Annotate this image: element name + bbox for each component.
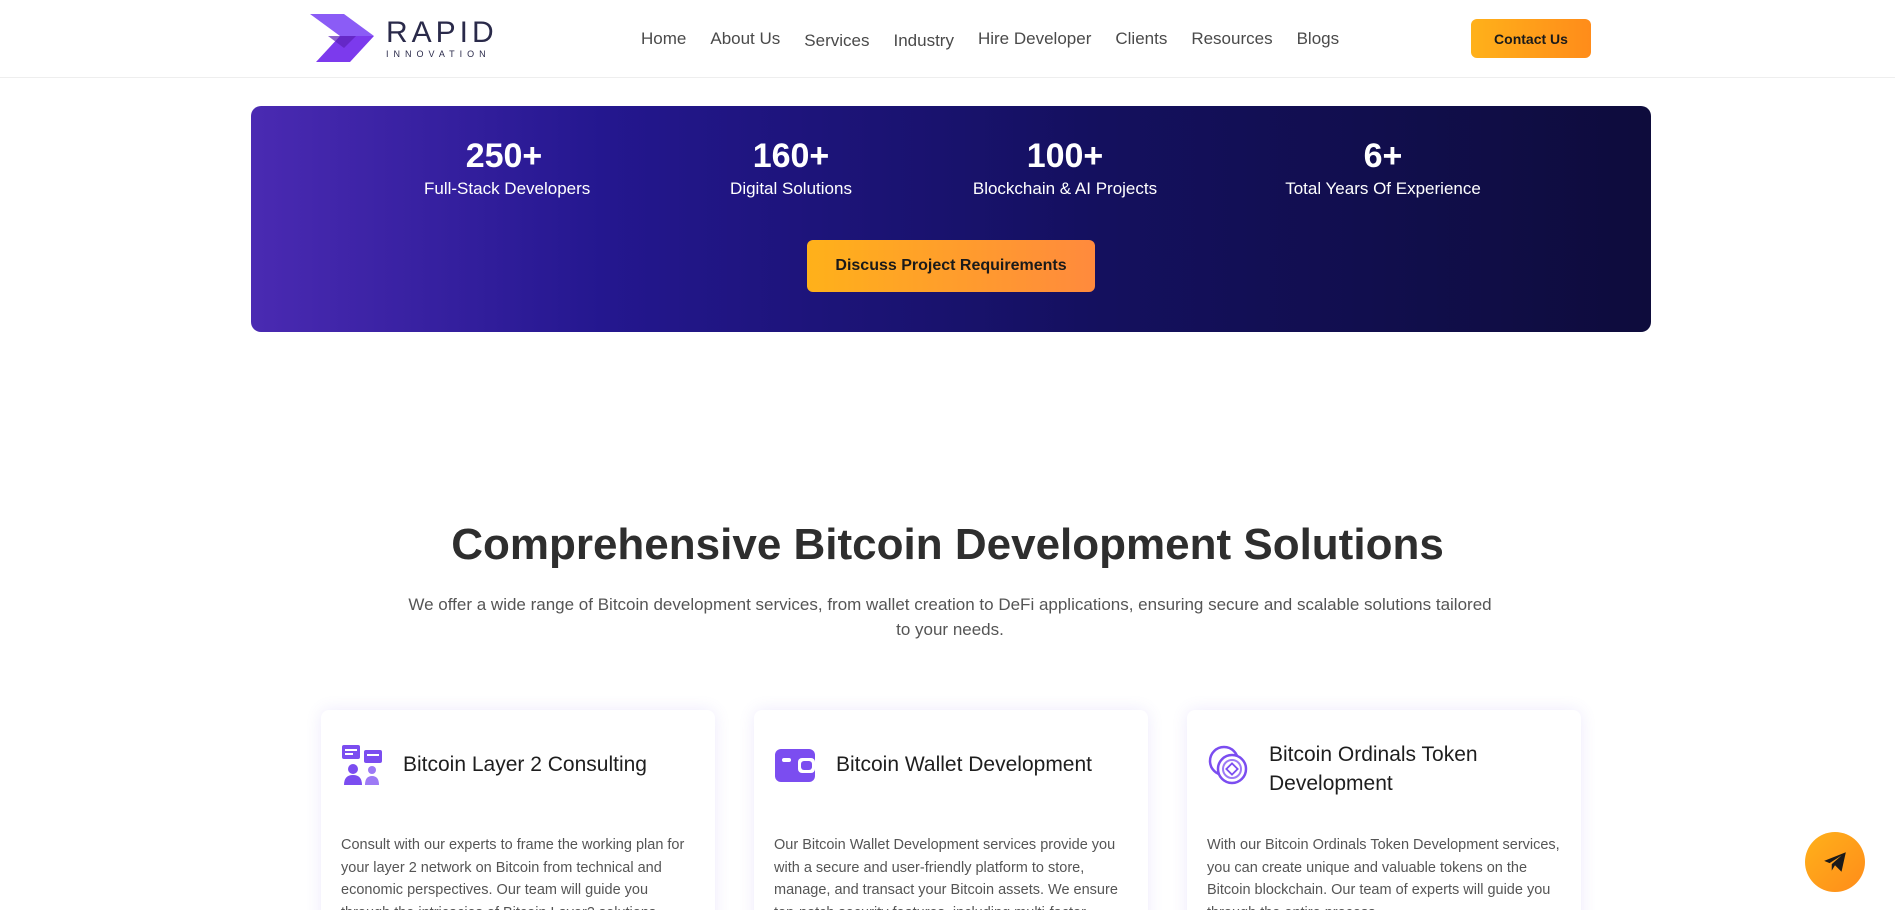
brand-tagline: INNOVATION (386, 48, 491, 59)
card-title: Bitcoin Wallet Development (836, 753, 1092, 776)
main-nav: Home About Us Services Industry Hire Dev… (641, 28, 1363, 52)
coins-icon (1208, 745, 1248, 785)
stat-label: Total Years Of Experience (1285, 179, 1481, 198)
stat-label: Digital Solutions (730, 179, 852, 198)
send-icon (1824, 852, 1846, 872)
nav-hire-developer[interactable]: Hire Developer (978, 28, 1091, 52)
section-title: Comprehensive Bitcoin Development Soluti… (451, 520, 1444, 569)
stat-label: Blockchain & AI Projects (972, 179, 1158, 198)
stat-experience: 6+ Total Years Of Experience (1283, 136, 1483, 200)
page: RAPID INNOVATION Home About Us Services … (0, 0, 1895, 910)
nav-about-us[interactable]: About Us (710, 28, 780, 52)
stat-label: Full-Stack Developers (424, 179, 591, 198)
card-text: Our Bitcoin Wallet Development services … (774, 837, 1118, 910)
service-card[interactable]: Bitcoin Ordinals Token Development With … (1187, 710, 1581, 910)
nav-blogs[interactable]: Blogs (1297, 28, 1340, 52)
stat-value: 160+ (752, 137, 830, 175)
card-text: Consult with our experts to frame the wo… (341, 837, 685, 910)
brand-logo[interactable]: RAPID INNOVATION (310, 14, 498, 62)
stat-value: 100+ (1026, 137, 1104, 175)
card-text: With our Bitcoin Ordinals Token Developm… (1207, 837, 1560, 910)
section-description: We offer a wide range of Bitcoin develop… (408, 595, 1492, 639)
discuss-project-button[interactable]: Discuss Project Requirements (807, 240, 1095, 292)
nav-clients[interactable]: Clients (1115, 28, 1167, 52)
stat-solutions: 160+ Digital Solutions (706, 136, 876, 200)
service-card[interactable]: Bitcoin Layer 2 Consulting Consult with … (321, 710, 715, 910)
wallet-icon (775, 749, 815, 782)
service-card[interactable]: Bitcoin Wallet Development Our Bitcoin W… (754, 710, 1148, 910)
logo-mark-icon (310, 14, 374, 62)
stats-banner: 250+ Full-Stack Developers 160+ Digital … (251, 106, 1651, 332)
nav-home[interactable]: Home (641, 28, 686, 52)
stat-projects: 100+ Blockchain & AI Projects (970, 136, 1160, 200)
stat-developers: 250+ Full-Stack Developers (424, 136, 591, 200)
nav-resources[interactable]: Resources (1191, 28, 1272, 52)
consulting-icon (342, 745, 382, 785)
nav-services[interactable]: Services (804, 30, 869, 52)
stat-value: 250+ (465, 137, 543, 175)
contact-us-button[interactable]: Contact Us (1471, 19, 1591, 58)
card-title: Bitcoin Layer 2 Consulting (403, 753, 647, 776)
nav-industry[interactable]: Industry (893, 30, 953, 52)
site-header: RAPID INNOVATION Home About Us Services … (0, 0, 1895, 78)
stat-value: 6+ (1363, 137, 1403, 175)
brand-name: RAPID (386, 15, 498, 49)
telegram-chat-button[interactable] (1805, 832, 1865, 892)
card-title: Bitcoin Ordinals Token Development (1269, 743, 1478, 795)
